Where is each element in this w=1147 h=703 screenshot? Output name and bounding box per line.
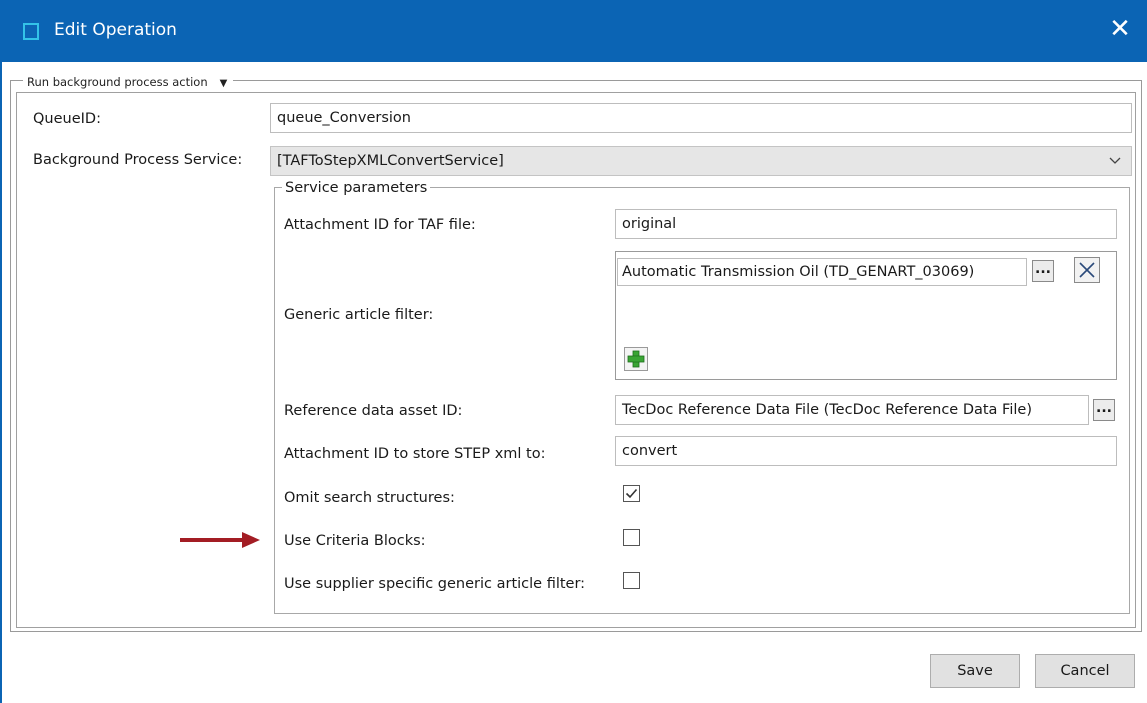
reference-data-input[interactable]: TecDoc Reference Data File (TecDoc Refer… [615, 395, 1089, 425]
window-border [0, 62, 2, 703]
use-criteria-blocks-label: Use Criteria Blocks: [284, 533, 426, 549]
taf-attachment-label: Attachment ID for TAF file: [284, 217, 476, 233]
taf-attachment-input[interactable]: original [615, 209, 1117, 239]
generic-article-filter-label: Generic article filter: [284, 307, 434, 323]
edit-operation-dialog: Edit Operation ✕ Run background process … [0, 0, 1147, 703]
use-criteria-blocks-checkbox[interactable] [623, 529, 640, 546]
reference-data-browse-button[interactable]: ... [1093, 399, 1115, 421]
plus-icon [627, 350, 645, 368]
filter-remove-button[interactable] [1074, 257, 1100, 283]
background-service-value: [TAFToStepXMLConvertService] [277, 153, 504, 169]
remove-icon [1079, 262, 1095, 278]
annotation-arrow-icon [180, 530, 262, 554]
save-button[interactable]: Save [930, 654, 1020, 688]
action-group-legend: Run background process action ▼ [23, 73, 234, 93]
cancel-button[interactable]: Cancel [1035, 654, 1135, 688]
queue-id-input[interactable]: queue_Conversion [270, 103, 1132, 133]
app-icon [23, 23, 39, 40]
reference-data-label: Reference data asset ID: [284, 403, 463, 419]
step-attachment-label: Attachment ID to store STEP xml to: [284, 446, 546, 462]
background-service-select[interactable]: [TAFToStepXMLConvertService] [270, 146, 1132, 176]
background-service-label: Background Process Service: [33, 152, 243, 168]
title-bar: Edit Operation ✕ [0, 0, 1147, 62]
supplier-specific-filter-label: Use supplier specific generic article fi… [284, 576, 586, 592]
action-dropdown-caret-icon[interactable]: ▼ [220, 75, 228, 93]
omit-search-structures-checkbox[interactable] [623, 485, 640, 502]
add-filter-button[interactable] [624, 347, 648, 371]
chevron-down-icon [1109, 147, 1121, 185]
close-button[interactable]: ✕ [1103, 12, 1137, 46]
action-group-title: Run background process action [27, 75, 208, 89]
omit-search-structures-label: Omit search structures: [284, 490, 455, 506]
filter-browse-button[interactable]: ... [1032, 260, 1054, 282]
checkmark-icon [625, 488, 638, 499]
generic-article-filter-value[interactable]: Automatic Transmission Oil (TD_GENART_03… [617, 258, 1027, 286]
service-parameters-legend: Service parameters [282, 179, 431, 197]
step-attachment-input[interactable]: convert [615, 436, 1117, 466]
queue-id-label: QueueID: [33, 111, 101, 127]
window-title: Edit Operation [54, 20, 177, 40]
supplier-specific-filter-checkbox[interactable] [623, 572, 640, 589]
